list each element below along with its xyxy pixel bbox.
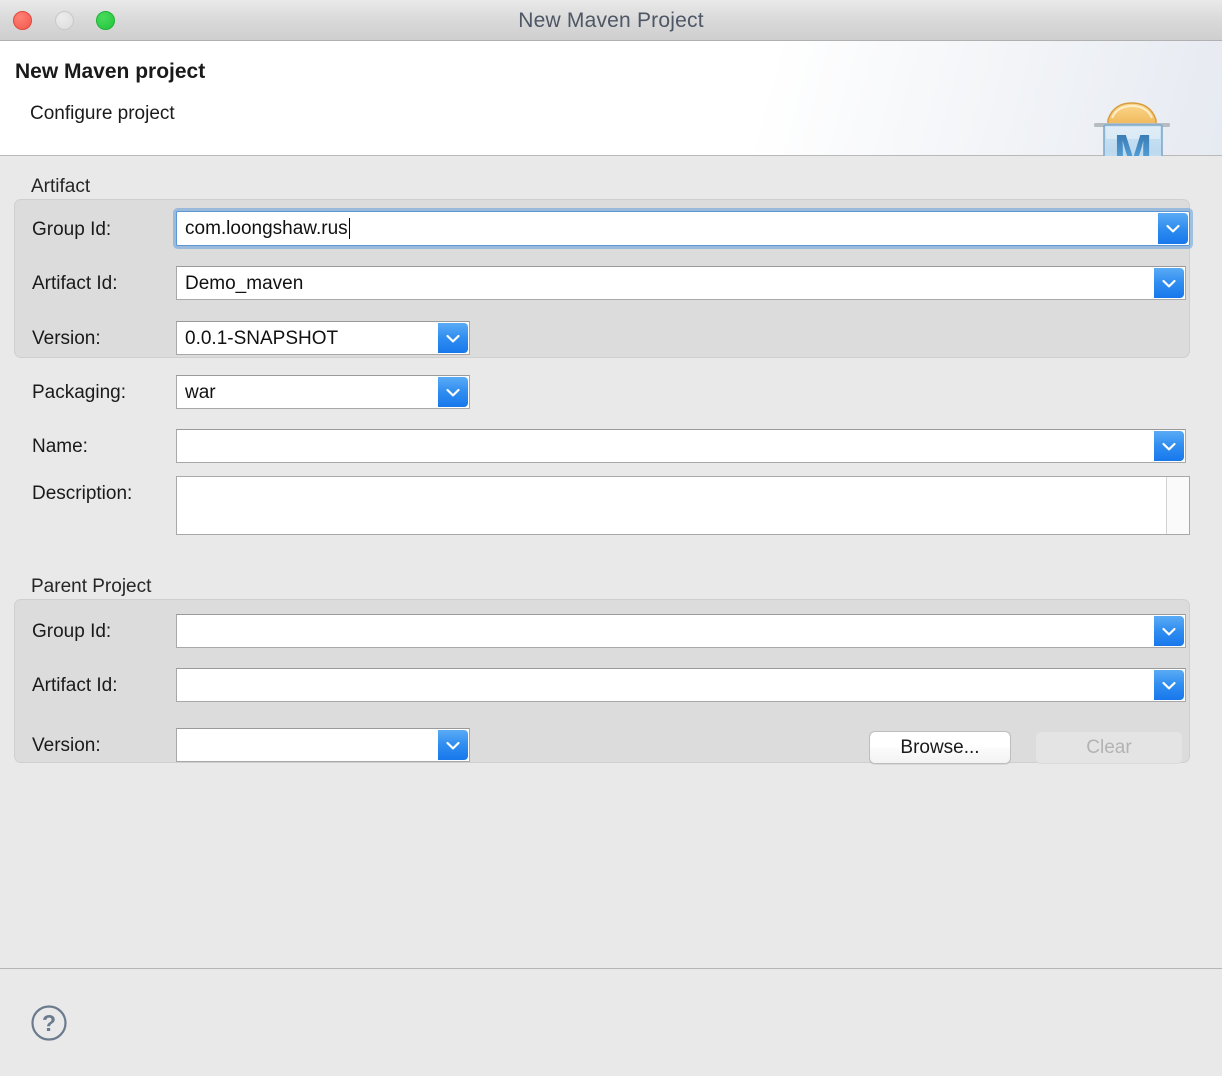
artifact-group-id-value: com.loongshaw.rus — [185, 218, 348, 239]
artifact-description-label: Description: — [32, 483, 133, 504]
titlebar: New Maven Project — [0, 0, 1222, 41]
parent-group-id-input[interactable] — [176, 614, 1186, 648]
artifact-packaging-dropdown-arrow[interactable] — [438, 377, 468, 407]
artifact-version-combo[interactable]: 0.0.1-SNAPSHOT — [176, 321, 470, 355]
artifact-group-id-dropdown-arrow[interactable] — [1158, 213, 1188, 244]
artifact-name-input[interactable] — [176, 429, 1186, 463]
artifact-name-dropdown-arrow[interactable] — [1154, 431, 1184, 461]
parent-project-group-caption: Parent Project — [31, 576, 152, 597]
page-title: New Maven project — [15, 60, 206, 83]
svg-text:?: ? — [42, 1010, 56, 1036]
artifact-version-value: 0.0.1-SNAPSHOT — [185, 327, 339, 349]
parent-artifact-id-label: Artifact Id: — [32, 675, 118, 696]
parent-version-dropdown-arrow[interactable] — [438, 730, 468, 760]
artifact-description-textarea[interactable] — [176, 476, 1190, 535]
description-scrollbar[interactable] — [1166, 477, 1189, 534]
parent-artifact-id-dropdown-arrow[interactable] — [1154, 670, 1184, 700]
help-question-icon[interactable]: ? — [30, 1004, 68, 1042]
artifact-name-label: Name: — [32, 436, 88, 457]
text-caret — [348, 218, 351, 239]
artifact-group-id-label: Group Id: — [32, 219, 112, 240]
artifact-packaging-combo[interactable]: war — [176, 375, 470, 409]
browse-button[interactable]: Browse... — [869, 731, 1011, 764]
parent-artifact-id-input[interactable] — [176, 668, 1186, 702]
parent-version-label: Version: — [32, 735, 101, 756]
artifact-group-id-input[interactable]: com.loongshaw.rus — [176, 211, 1190, 246]
parent-version-combo[interactable] — [176, 728, 470, 762]
artifact-packaging-label: Packaging: — [32, 382, 127, 403]
artifact-artifact-id-value: Demo_maven — [185, 272, 304, 294]
wizard-footer: ? < Back Next > Cancel Finish — [0, 968, 1222, 1076]
parent-group-id-label: Group Id: — [32, 621, 112, 642]
artifact-artifact-id-dropdown-arrow[interactable] — [1154, 268, 1184, 298]
artifact-group-caption: Artifact — [31, 176, 91, 197]
clear-button[interactable]: Clear — [1035, 731, 1183, 764]
artifact-version-dropdown-arrow[interactable] — [438, 323, 468, 353]
artifact-artifact-id-input[interactable]: Demo_maven — [176, 266, 1186, 300]
artifact-packaging-value: war — [185, 381, 216, 403]
artifact-version-label: Version: — [32, 328, 101, 349]
wizard-header: New Maven project Configure project M — [0, 41, 1222, 184]
artifact-artifact-id-label: Artifact Id: — [32, 273, 118, 294]
parent-group-id-dropdown-arrow[interactable] — [1154, 616, 1184, 646]
window-title: New Maven Project — [518, 9, 704, 32]
wizard-body: Artifact Group Id: com.loongshaw.rus Art… — [0, 156, 1222, 1009]
new-maven-project-dialog: New Maven Project New Maven project Conf… — [0, 0, 1222, 1076]
page-subtitle: Configure project — [30, 103, 175, 124]
